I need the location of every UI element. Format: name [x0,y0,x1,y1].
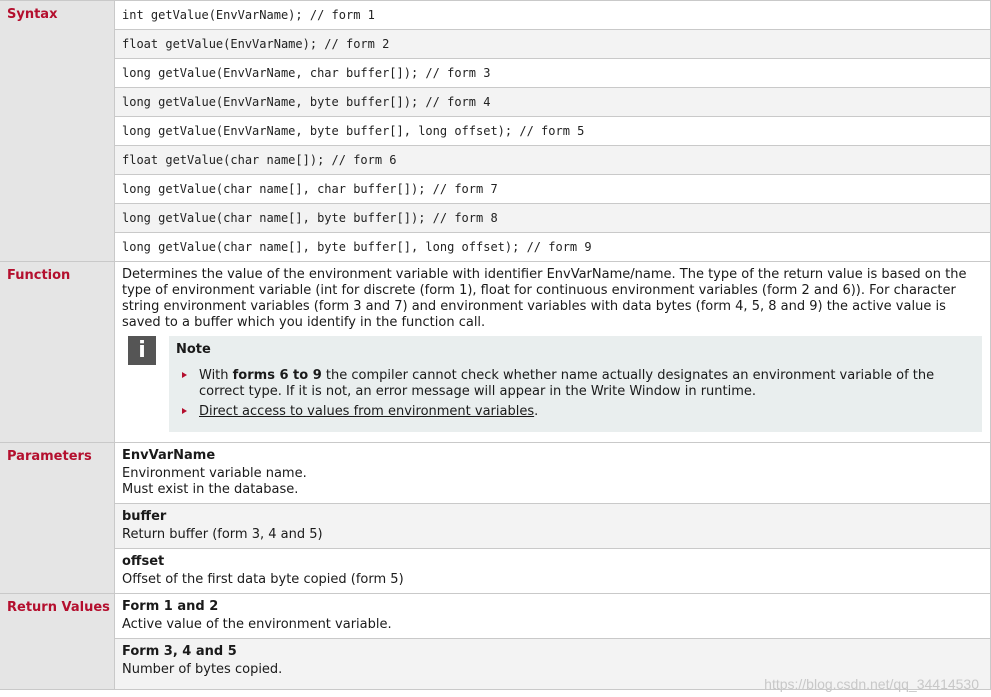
param-desc-line2: Must exist in the database. [122,482,299,497]
function-label: Function [0,261,115,443]
syntax-label: Syntax [0,0,115,262]
note-icon-column: i [122,336,169,432]
bullet-arrow-icon [182,372,187,378]
note-title: Note [176,342,211,357]
param-envvarname: EnvVarName Environment variable name. Mu… [114,442,991,504]
return-name: Form 3, 4 and 5 [122,644,237,659]
note-body: Note With forms 6 to 9 the compiler cann… [169,336,982,432]
syntax-form-1: int getValue(EnvVarName); // form 1 [114,0,991,30]
syntax-form-7: long getValue(char name[], char buffer[]… [114,174,991,204]
return-values-row-1: Return Values Form 1 and 2 Active value … [0,593,991,690]
info-icon: i [128,336,156,365]
return-values-label: Return Values [0,593,115,690]
note-item1-bold: forms 6 to 9 [232,368,322,383]
note-item-direct-access: Direct access to values from environment… [176,404,974,420]
function-cell: Determines the value of the environment … [114,261,991,443]
note-item2-suffix: . [534,404,539,419]
note-box: i Note With forms 6 to 9 the compiler ca… [122,336,982,432]
syntax-form-4: long getValue(EnvVarName, byte buffer[])… [114,87,991,117]
note-list: With forms 6 to 9 the compiler cannot ch… [176,368,974,420]
return-name: Form 1 and 2 [122,599,219,614]
bullet-arrow-icon [182,408,187,414]
param-desc-line1: Environment variable name. [122,466,307,481]
syntax-form-9: long getValue(char name[], byte buffer[]… [114,232,991,262]
parameters-label: Parameters [0,442,115,594]
syntax-form-2: float getValue(EnvVarName); // form 2 [114,29,991,59]
note-item1-prefix: With [199,368,233,383]
param-name: offset [122,554,165,569]
function-row: Function Determines the value of the env… [0,261,991,443]
param-desc-line1: Return buffer (form 3, 4 and 5) [122,527,323,542]
param-offset: offset Offset of the first data byte cop… [114,548,991,594]
return-form-1-2: Form 1 and 2 Active value of the environ… [114,593,991,639]
function-description: Determines the value of the environment … [122,267,967,330]
param-desc-line1: Offset of the first data byte copied (fo… [122,572,404,587]
param-name: buffer [122,509,167,524]
param-buffer: buffer Return buffer (form 3, 4 and 5) [114,503,991,549]
function-reference-table: Syntax int getValue(EnvVarName); // form… [0,0,991,690]
return-desc: Active value of the environment variable… [122,617,392,632]
direct-access-link[interactable]: Direct access to values from environment… [199,404,534,419]
syntax-form-3: long getValue(EnvVarName, char buffer[])… [114,58,991,88]
watermark-text: https://blog.csdn.net/qq_34414530 [764,676,979,692]
syntax-row-1: Syntax int getValue(EnvVarName); // form… [0,0,991,262]
syntax-form-8: long getValue(char name[], byte buffer[]… [114,203,991,233]
parameters-row-1: Parameters EnvVarName Environment variab… [0,442,991,594]
param-name: EnvVarName [122,448,216,463]
syntax-form-5: long getValue(EnvVarName, byte buffer[],… [114,116,991,146]
syntax-form-6: float getValue(char name[]); // form 6 [114,145,991,175]
note-item-compiler-check: With forms 6 to 9 the compiler cannot ch… [176,368,974,400]
